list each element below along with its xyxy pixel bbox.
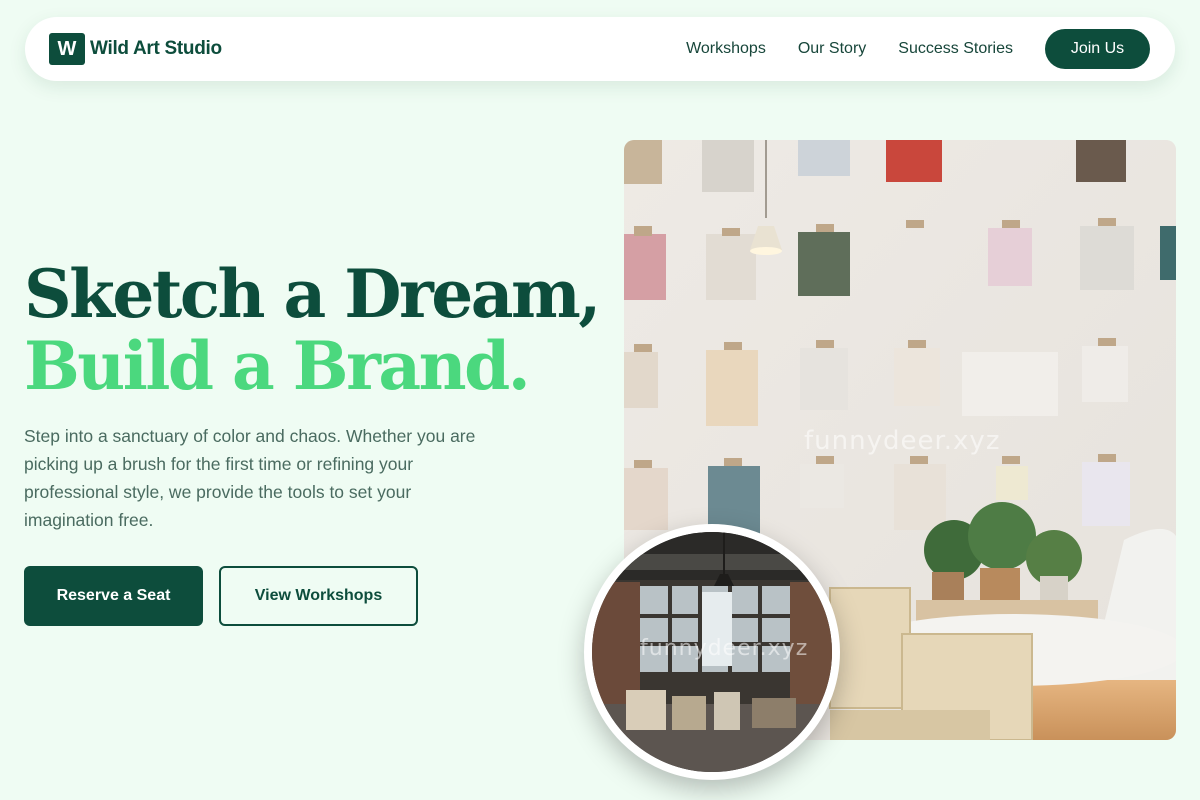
nav-link-workshops[interactable]: Workshops xyxy=(686,40,766,58)
join-us-button[interactable]: Join Us xyxy=(1045,29,1150,69)
studio-interior-photo-crop xyxy=(592,532,832,772)
brand-logo-link[interactable]: W Wild Art Studio xyxy=(49,33,222,65)
hero-headline-line1: Sketch a Dream, xyxy=(24,255,601,333)
hero-headline-line2: Build a Brand. xyxy=(24,327,531,405)
top-navbar: W Wild Art Studio Workshops Our Story Su… xyxy=(25,17,1175,81)
nav-links: Workshops Our Story Success Stories Join… xyxy=(686,29,1150,69)
hero-headline: Sketch a Dream, Build a Brand. xyxy=(24,255,601,405)
warehouse-illustration xyxy=(592,532,832,772)
brand-logo-mark: W xyxy=(49,33,85,65)
studio-interior-photo: funnydeer.xyz xyxy=(584,524,840,780)
hero-description: Step into a sanctuary of color and chaos… xyxy=(24,426,476,530)
reserve-seat-button[interactable]: Reserve a Seat xyxy=(24,566,203,626)
nav-link-success-stories[interactable]: Success Stories xyxy=(898,40,1013,58)
view-workshops-button[interactable]: View Workshops xyxy=(219,566,418,626)
brand-name: Wild Art Studio xyxy=(90,38,222,59)
nav-link-our-story[interactable]: Our Story xyxy=(798,40,866,58)
